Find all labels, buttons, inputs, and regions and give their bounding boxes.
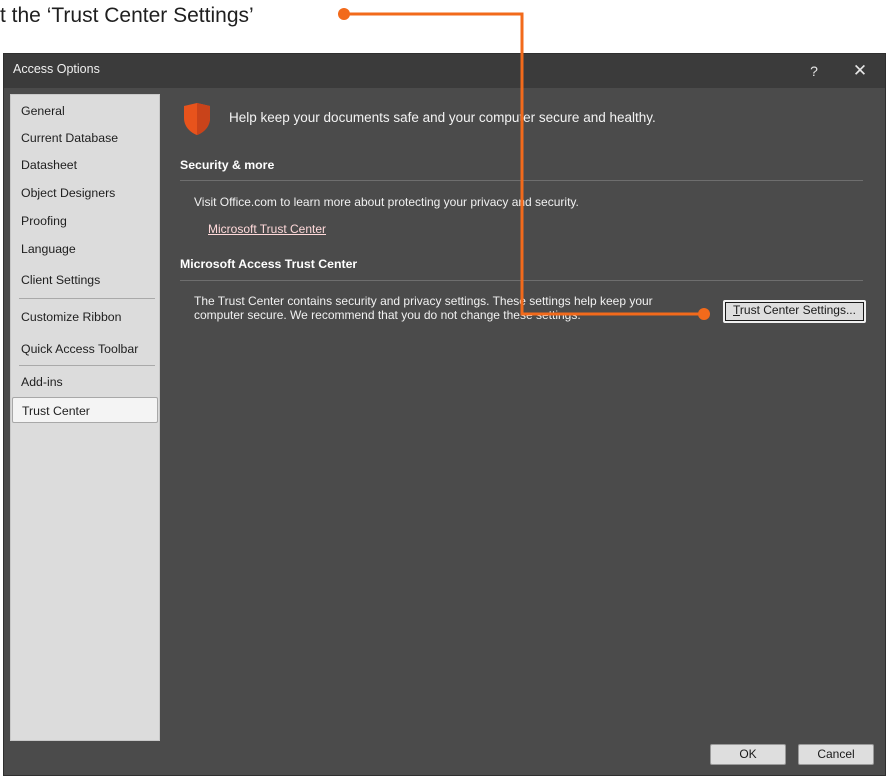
main-content: Help keep your documents safe and your c…: [174, 94, 874, 734]
options-sidebar: General Current Database Datasheet Objec…: [10, 94, 160, 741]
trust-center-settings-label: rust Center Settings...: [739, 303, 856, 317]
shield-icon: [184, 103, 210, 135]
trust-center-settings-accel: T: [733, 303, 740, 317]
close-icon[interactable]: ✕: [847, 58, 873, 84]
hero-text: Help keep your documents safe and your c…: [229, 110, 656, 125]
microsoft-trust-center-link[interactable]: Microsoft Trust Center: [208, 222, 326, 236]
ok-button[interactable]: OK: [710, 744, 786, 765]
sidebar-item-current-database[interactable]: Current Database: [12, 125, 158, 151]
sidebar-item-trust-center[interactable]: Trust Center: [12, 397, 158, 423]
sidebar-item-proofing[interactable]: Proofing: [12, 208, 158, 234]
section-divider: [180, 280, 863, 281]
security-section-title: Security & more: [180, 158, 275, 172]
sidebar-item-datasheet[interactable]: Datasheet: [12, 152, 158, 178]
annotation-caption-text: t the ‘Trust Center Settings’: [0, 4, 254, 27]
dialog-title: Access Options: [13, 62, 100, 76]
sidebar-item-object-designers[interactable]: Object Designers: [12, 180, 158, 206]
security-description: Visit Office.com to learn more about pro…: [194, 195, 579, 209]
help-button[interactable]: ?: [801, 58, 827, 84]
trust-center-section-title: Microsoft Access Trust Center: [180, 257, 358, 271]
sidebar-item-language[interactable]: Language: [12, 236, 158, 262]
cancel-button[interactable]: Cancel: [798, 744, 874, 765]
annotation-caption: t the ‘Trust Center Settings’: [0, 0, 889, 52]
trust-center-description-line-2: computer secure. We recommend that you d…: [194, 308, 581, 322]
hero-banner: Help keep your documents safe and your c…: [174, 102, 864, 136]
sidebar-item-customize-ribbon[interactable]: Customize Ribbon: [12, 304, 158, 330]
section-divider: [180, 180, 863, 181]
trust-center-description-line-1: The Trust Center contains security and p…: [194, 294, 653, 308]
title-bar: Access Options ? ✕: [4, 54, 885, 88]
sidebar-item-general[interactable]: General: [12, 98, 158, 124]
sidebar-item-quick-access-toolbar[interactable]: Quick Access Toolbar: [12, 336, 158, 362]
sidebar-divider: [19, 298, 155, 299]
access-options-dialog: Access Options ? ✕ General Current Datab…: [3, 53, 886, 776]
trust-center-settings-button[interactable]: Trust Center Settings...: [723, 300, 866, 323]
sidebar-item-add-ins[interactable]: Add-ins: [12, 369, 158, 395]
sidebar-item-client-settings[interactable]: Client Settings: [12, 267, 158, 293]
sidebar-divider: [19, 365, 155, 366]
